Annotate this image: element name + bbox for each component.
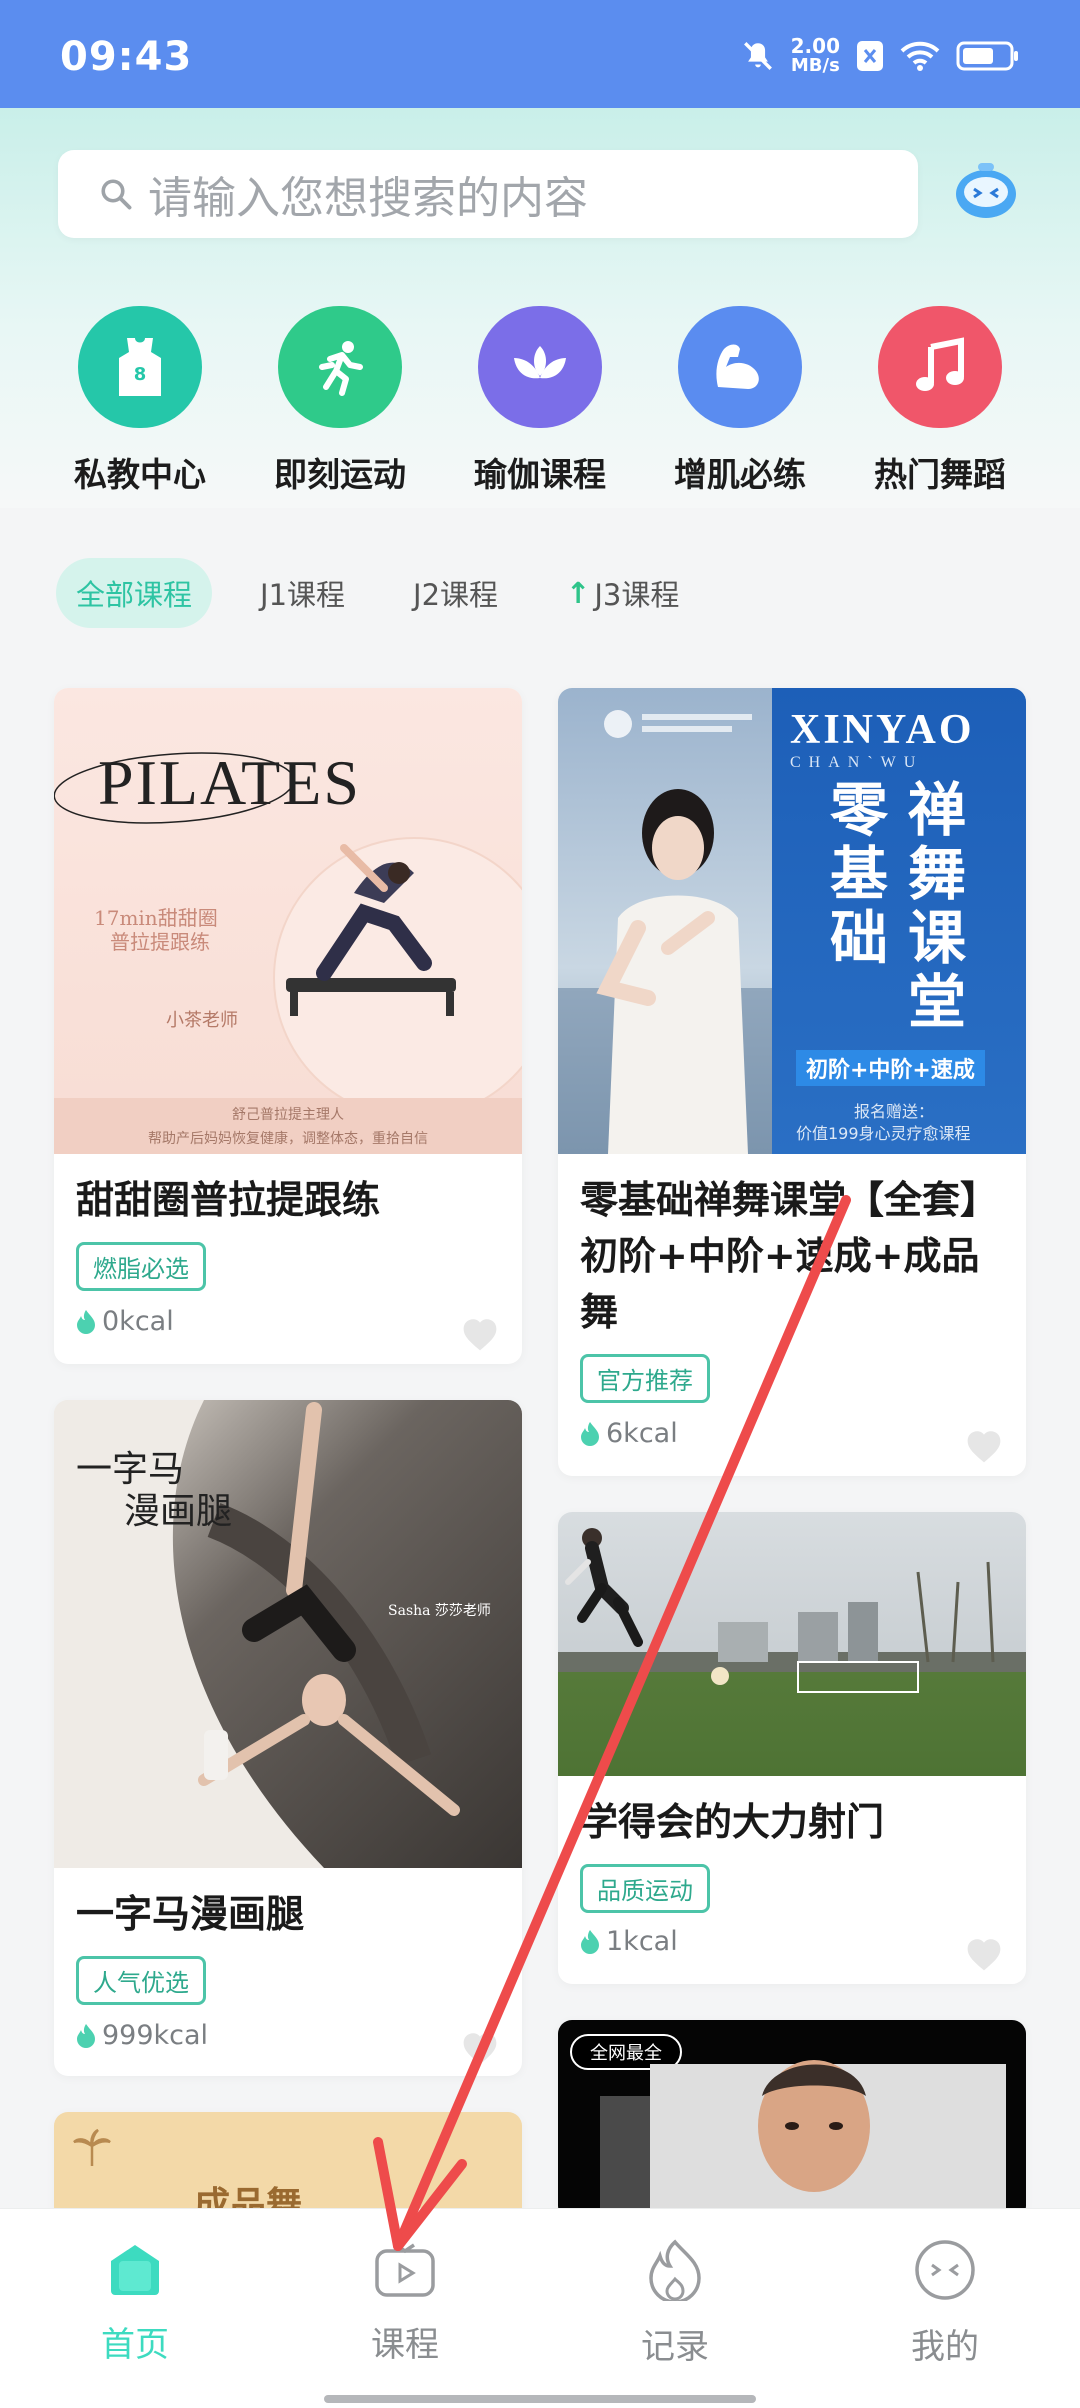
- calorie-info: 0kcal: [76, 1306, 174, 1337]
- course-card-zen-dance[interactable]: XINYAO CHAN`WU 禅舞课堂 零基础 初阶+中阶+速成 报名赠送： 价…: [558, 688, 1026, 1476]
- tab-all-courses[interactable]: 全部课程: [56, 558, 213, 628]
- favorite-heart-icon[interactable]: [460, 2030, 500, 2066]
- nav-records[interactable]: 记录: [595, 2239, 755, 2368]
- network-speed: 2.00 MB/s: [790, 34, 840, 76]
- nav-home[interactable]: 首页: [55, 2239, 215, 2366]
- category-muscle[interactable]: 增肌必练: [640, 306, 840, 496]
- pilates-logo: PILATES: [98, 747, 361, 818]
- favorite-heart-icon[interactable]: [964, 1936, 1004, 1972]
- tab-j3[interactable]: ↑ J3课程: [546, 558, 699, 628]
- course-card-soccer[interactable]: 学得会的大力射门 品质运动 1kcal: [558, 1512, 1026, 1984]
- favorite-heart-icon[interactable]: [964, 1428, 1004, 1464]
- arrow-up-icon: ↑: [566, 576, 591, 610]
- course-thumbnail: XINYAO CHAN`WU 禅舞课堂 零基础 初阶+中阶+速成 报名赠送： 价…: [558, 688, 1026, 1154]
- home-icon: [111, 2245, 159, 2295]
- thumb-col-right: 禅舞课堂: [908, 776, 967, 1036]
- svg-text:8: 8: [134, 364, 147, 385]
- tab-j1[interactable]: J1课程: [240, 558, 365, 628]
- sim-x-icon: [857, 41, 883, 71]
- course-thumbnail: PILATES 17min甜甜圈 普拉提跟练 小茶老师 舒己普拉提主理人 帮助产…: [54, 688, 522, 1154]
- thumb-col-left: 零基础: [830, 776, 889, 972]
- lotus-icon: [478, 306, 602, 428]
- course-card-partial-coach[interactable]: 全网最全: [558, 2020, 1026, 2220]
- thumb-side-panel: [600, 2096, 650, 2220]
- tab-j2[interactable]: J2课程: [393, 558, 518, 628]
- flame-icon: [77, 1309, 95, 1334]
- calorie-info: 1kcal: [580, 1926, 678, 1957]
- status-icons: 2.00 MB/s: [741, 36, 1020, 76]
- soccer-artwork: [558, 1528, 1026, 1693]
- coach-portrait: [758, 2060, 870, 2192]
- course-filter-tabs: 全部课程 J1课程 J2课程 ↑ J3课程: [56, 558, 699, 628]
- wifi-icon: [900, 41, 940, 71]
- course-title: 学得会的大力射门: [580, 1800, 885, 1844]
- course-tag: 燃脂必选: [76, 1242, 206, 1291]
- course-title: 甜甜圈普拉提跟练: [76, 1178, 381, 1222]
- muscle-icon: [678, 306, 802, 428]
- status-time: 09:43: [60, 34, 193, 80]
- thumb-brand: XINYAO: [790, 707, 975, 753]
- course-tag: 品质运动: [580, 1864, 710, 1913]
- course-card-split[interactable]: 一字马 漫画腿 Sasha 莎莎老师 一字马漫画腿 人气优选 999kcal: [54, 1400, 522, 2076]
- search-icon: [101, 179, 132, 210]
- flame-icon: [581, 1929, 599, 1954]
- flame-outline-icon: [649, 2239, 701, 2301]
- course-card-pilates[interactable]: PILATES 17min甜甜圈 普拉提跟练 小茶老师 舒己普拉提主理人 帮助产…: [54, 688, 522, 1364]
- nav-mine[interactable]: 我的: [865, 2239, 1025, 2368]
- thumb-brand-sub: CHAN`WU: [790, 754, 924, 771]
- course-tag: 官方推荐: [580, 1354, 710, 1403]
- status-bar: 09:43 2.00 MB/s: [0, 0, 1080, 108]
- bottom-navigation: 首页 课程 记录 我的: [0, 2208, 1080, 2408]
- play-video-icon: [375, 2243, 435, 2297]
- search-bar[interactable]: 请输入您想搜索的内容: [58, 150, 918, 238]
- profile-face-icon: [915, 2240, 975, 2300]
- calorie-info: 999kcal: [76, 2020, 208, 2051]
- home-indicator[interactable]: [324, 2395, 756, 2403]
- category-instant-workout[interactable]: 即刻运动: [240, 306, 440, 496]
- nav-courses[interactable]: 课程: [325, 2239, 485, 2366]
- jersey-icon: 8: [78, 306, 202, 428]
- category-dance[interactable]: 热门舞蹈: [840, 306, 1040, 496]
- category-row: 8 私教中心 即刻运动 瑜伽课程 增肌必练 热门舞蹈: [40, 306, 1040, 496]
- palm-logo-icon: [73, 2128, 111, 2166]
- thumb-line2: 普拉提跟练: [110, 930, 210, 954]
- flame-icon: [77, 2023, 95, 2048]
- battery-icon: [956, 41, 1018, 71]
- mute-bell-icon: [743, 42, 772, 70]
- favorite-heart-icon[interactable]: [460, 1316, 500, 1352]
- category-private-coach[interactable]: 8 私教中心: [40, 306, 240, 496]
- course-tag: 人气优选: [76, 1956, 206, 2005]
- robot-assistant-icon[interactable]: [950, 158, 1022, 224]
- course-title: 一字马漫画腿: [76, 1892, 305, 1936]
- music-note-icon: [878, 306, 1002, 428]
- course-thumbnail: 一字马 漫画腿 Sasha 莎莎老师: [54, 1400, 522, 1868]
- thumb-badge: 初阶+中阶+速成: [796, 1050, 985, 1086]
- course-thumbnail: [558, 1512, 1026, 1776]
- calorie-info: 6kcal: [580, 1418, 678, 1449]
- course-title: 零基础禅舞课堂【全套】初阶+中阶+速成+成品舞: [580, 1178, 999, 1334]
- thumb-footer: 舒己普拉提主理人 帮助产后妈妈恢复健康，调整体态，重拾自信: [54, 1098, 522, 1154]
- flame-icon: [581, 1421, 599, 1446]
- category-yoga[interactable]: 瑜伽课程: [440, 306, 640, 496]
- running-icon: [278, 306, 402, 428]
- search-placeholder: 请输入您想搜索的内容: [148, 173, 588, 224]
- thumb-teacher: 小茶老师: [166, 1010, 238, 1031]
